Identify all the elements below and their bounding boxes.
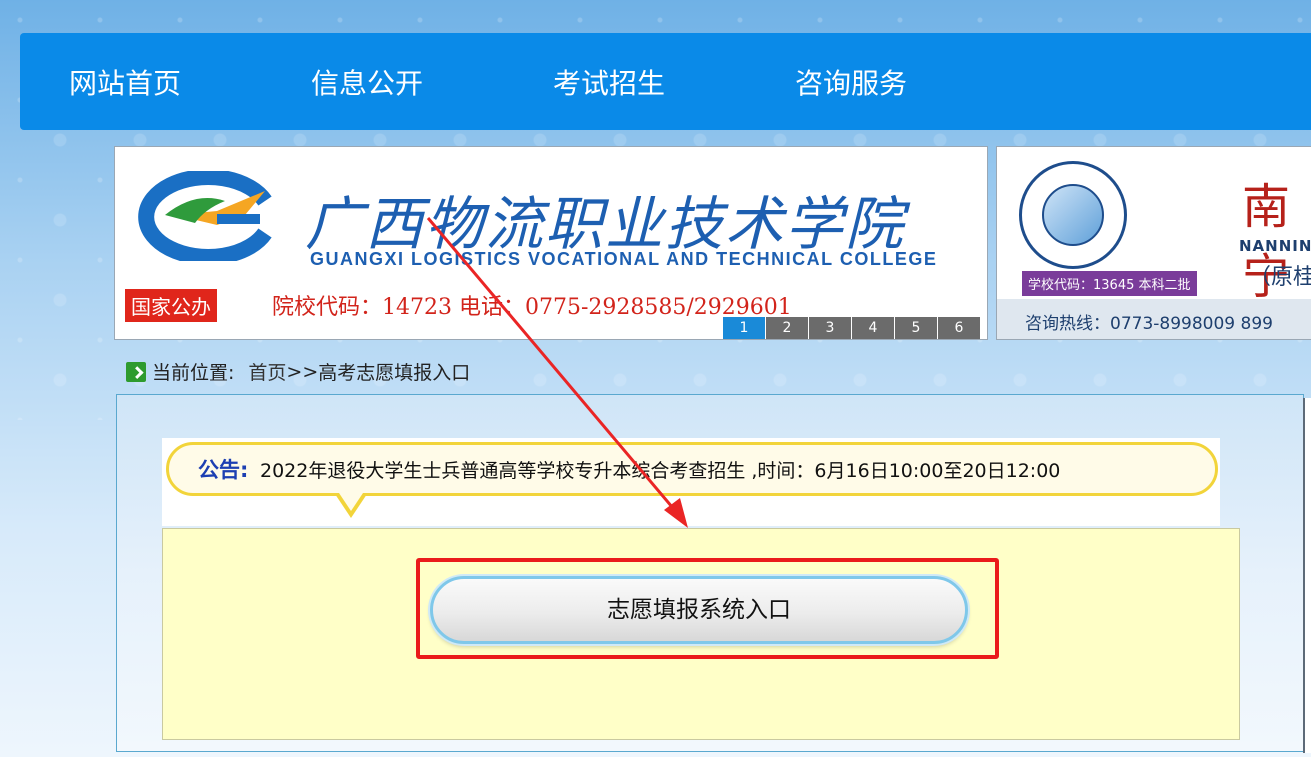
banner2-formerly: （原桂 <box>1249 265 1311 290</box>
nav-item-admission[interactable]: 考试招生 <box>504 62 746 102</box>
nav-item-consult[interactable]: 咨询服务 <box>746 62 988 102</box>
breadcrumb-arrow-icon <box>126 361 146 382</box>
slider-page-2[interactable]: 2 <box>766 317 808 339</box>
slider-page-5[interactable]: 5 <box>895 317 937 339</box>
top-nav: 网站首页 信息公开 考试招生 咨询服务 <box>20 33 1311 130</box>
college-logo-icon <box>138 171 272 261</box>
school-seal-icon <box>1019 161 1127 269</box>
volunteer-entry-button[interactable]: 志愿填报系统入口 <box>430 576 968 644</box>
slider-page-1[interactable]: 1 <box>723 317 765 339</box>
banner2-code: 学校代码：13645 本科二批 <box>1022 271 1197 296</box>
college-en-title: GUANGXI LOGISTICS VOCATIONAL AND TECHNIC… <box>310 249 938 269</box>
national-tag: 国家公办 <box>125 289 217 322</box>
nav-item-info-public[interactable]: 信息公开 <box>262 62 504 102</box>
banner-slider[interactable]: 广西物流职业技术学院 GUANGXI LOGISTICS VOCATIONAL … <box>114 146 988 340</box>
sidebar-edge <box>1303 398 1311 753</box>
breadcrumb-current: 高考志愿填报入口 <box>318 362 471 384</box>
notice-bubble-tail-fill <box>339 493 363 511</box>
college-code-phone: 院校代码：14723 电话：0775-2928585/2929601 <box>272 295 792 320</box>
nav-item-home[interactable]: 网站首页 <box>20 62 262 102</box>
slider-pager: 1 2 3 4 5 6 <box>723 317 981 339</box>
breadcrumb-separator: >> <box>286 360 319 383</box>
slider-page-4[interactable]: 4 <box>852 317 894 339</box>
banner2-en: NANNIN <box>1239 237 1311 255</box>
notice-text[interactable]: 2022年退役大学生士兵普通高等学校专升本综合考查招生 ,时间：6月16日10:… <box>260 456 1060 483</box>
banner-secondary[interactable]: 南宁 NANNIN （原桂 学校代码：13645 本科二批 咨询热线：0773-… <box>996 146 1311 340</box>
breadcrumb: 当前位置: 首页 >> 高考志愿填报入口 <box>126 358 470 385</box>
banner2-hotline: 咨询热线：0773-8998009 899 <box>1025 314 1273 334</box>
notice-label: 公告: <box>198 458 249 482</box>
slider-page-3[interactable]: 3 <box>809 317 851 339</box>
breadcrumb-home-link[interactable]: 首页 <box>248 358 286 385</box>
slider-page-6[interactable]: 6 <box>938 317 980 339</box>
breadcrumb-prefix: 当前位置: <box>152 362 235 384</box>
